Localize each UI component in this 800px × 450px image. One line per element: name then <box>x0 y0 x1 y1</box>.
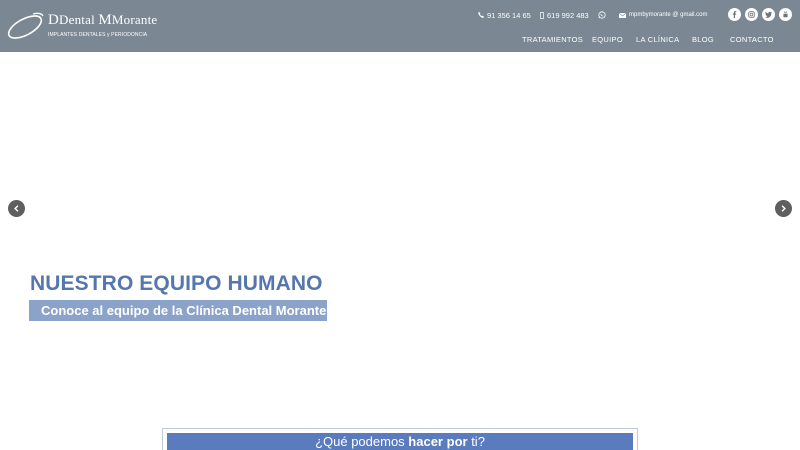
nav-la-clinica[interactable]: LA CLÍNICA <box>636 35 679 44</box>
facebook-icon <box>732 11 737 18</box>
nav-contacto[interactable]: CONTACTO <box>730 35 774 44</box>
slider-next-button[interactable] <box>775 200 792 217</box>
nav-equipo[interactable]: EQUIPO <box>592 35 623 44</box>
instagram-link[interactable] <box>745 8 758 21</box>
nav-tratamientos[interactable]: TRATAMIENTOS <box>522 35 583 44</box>
logo[interactable]: DDental MMorante IMPLANTES DENTALES y PE… <box>5 10 157 44</box>
twitter-icon <box>765 11 772 18</box>
chevron-left-icon <box>14 205 19 212</box>
envelope-icon <box>619 12 626 18</box>
brand-tagline: IMPLANTES DENTALES y PERIODONCIA <box>48 32 148 38</box>
hero-subtitle[interactable]: Conoce al equipo de la Clínica Dental Mo… <box>29 300 327 321</box>
site-header: DDental MMorante IMPLANTES DENTALES y PE… <box>0 0 800 52</box>
email-address: mpmbymorante @ gmail.com <box>629 12 708 18</box>
phone-icon <box>478 12 484 18</box>
facebook-link[interactable] <box>728 8 741 21</box>
whatsapp-icon <box>598 11 606 19</box>
phone-number: 91 356 14 65 <box>487 10 531 20</box>
hero-title: NUESTRO EQUIPO HUMANO <box>30 272 323 295</box>
help-bold-hacer: hacer <box>408 434 443 449</box>
help-banner[interactable]: ¿Qué podemos hacer por ti? <box>167 433 633 450</box>
brand-name-initial-2: M <box>98 12 112 28</box>
slider-prev-button[interactable] <box>8 200 25 217</box>
help-box: ¿Qué podemos hacer por ti? <box>162 428 638 450</box>
nav-blog[interactable]: BLOG <box>692 35 714 44</box>
help-bold-por: por <box>446 434 468 449</box>
phone-link[interactable]: 91 356 14 65 <box>478 10 531 20</box>
help-prefix: ¿Qué podemos <box>315 434 409 449</box>
instagram-icon <box>748 11 755 18</box>
youtube-icon <box>783 11 788 18</box>
help-suffix: ti? <box>467 434 485 449</box>
brand-name-second: Morante <box>111 12 158 27</box>
brand-name-initial: D <box>48 12 60 28</box>
email-link[interactable]: mpmbymorante @ gmail.com <box>619 10 707 20</box>
logo-mark-icon <box>7 12 44 39</box>
brand-name: DDental MMorante <box>48 12 157 29</box>
twitter-link[interactable] <box>762 8 775 21</box>
chevron-right-icon <box>781 205 786 212</box>
youtube-link[interactable] <box>779 8 792 21</box>
whatsapp-link[interactable] <box>598 10 606 20</box>
mobile-number: 619 992 483 <box>547 10 589 20</box>
brand-name-first: Dental <box>59 12 95 27</box>
mobile-icon <box>540 11 544 19</box>
mobile-link[interactable]: 619 992 483 <box>540 10 589 20</box>
